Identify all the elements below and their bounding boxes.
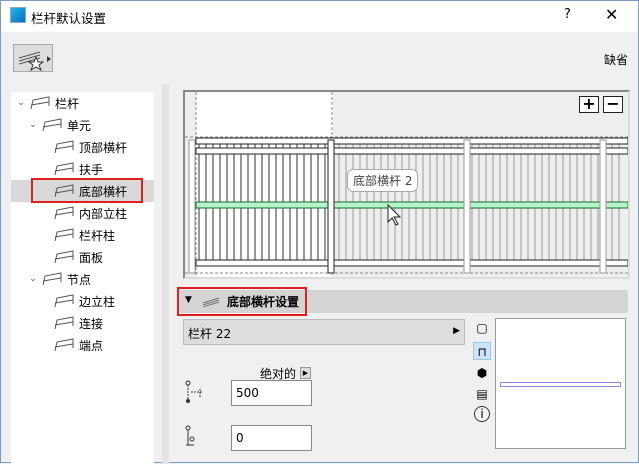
info-icon[interactable]: i <box>474 406 490 422</box>
height-mode-button[interactable]: ▶ <box>300 367 311 379</box>
post <box>327 139 335 274</box>
height-icon <box>185 380 202 403</box>
tree-item[interactable]: ⌄ 节点 <box>11 268 154 290</box>
tree-item[interactable]: 顶部横杆 <box>11 136 154 158</box>
plan-view-icon[interactable]: ▢ <box>473 319 491 337</box>
tree-item[interactable]: ⌄ 栏杆 <box>11 92 154 114</box>
chevron-down-icon[interactable]: ⌄ <box>15 98 27 108</box>
favorites-button[interactable] <box>13 44 53 72</box>
tree-node-icon <box>54 140 74 154</box>
tree-node-icon <box>30 96 50 110</box>
submenu-arrow-icon: ▶ <box>453 326 460 336</box>
railing-star-icon <box>18 51 51 72</box>
section-view-icon[interactable]: ▤ <box>473 385 491 403</box>
tree-node-icon <box>42 272 62 286</box>
tree-item-label: 扶手 <box>79 162 104 177</box>
tree-item[interactable]: ⌄ 单元 <box>11 114 154 136</box>
profile-dropdown[interactable]: 栏杆 22 ▶ <box>183 319 465 345</box>
tree-node-icon <box>54 338 74 352</box>
tree-item-label: 栏杆柱 <box>79 228 116 243</box>
post <box>463 139 471 274</box>
tree-panel: ⌄ 栏杆 ⌄ 单元 顶部横杆 扶手 底部横杆 内部立柱 栏杆柱 面板 ⌄ 节点 边立柱 连接 端点 <box>11 92 154 464</box>
tree-item-label: 栏杆 <box>55 96 80 111</box>
tree-item-label: 节点 <box>67 272 92 287</box>
window-title: 栏杆默认设置 <box>31 11 107 26</box>
tooltip: 底部横杆 2 <box>347 169 419 192</box>
tree-item[interactable]: 栏杆柱 <box>11 224 154 246</box>
post <box>599 139 607 274</box>
tree-node-icon <box>54 250 74 264</box>
default-label: 缺省 <box>604 53 629 67</box>
tree-node-icon <box>54 316 74 330</box>
tree-node-icon <box>54 294 74 308</box>
tree-item-label: 端点 <box>79 338 104 353</box>
tree-node-icon <box>54 228 74 242</box>
offset-input[interactable]: 0 <box>231 425 312 451</box>
section-highlight <box>177 287 307 316</box>
zoom-in-button[interactable]: + <box>579 96 599 113</box>
rail-profile-shape <box>500 382 621 387</box>
title-bar: 栏杆默认设置 ? ✕ <box>1 1 638 32</box>
tree-item-label: 边立柱 <box>79 294 116 309</box>
tree-item-label: 顶部横杆 <box>79 140 128 155</box>
splitter[interactable] <box>162 84 169 464</box>
tree-node-icon <box>54 162 74 176</box>
close-button[interactable]: ✕ <box>605 5 618 24</box>
handrail <box>195 147 628 155</box>
elevation-view-icon[interactable]: ⊓ <box>473 342 491 360</box>
chevron-down-icon[interactable]: ⌄ <box>27 274 39 284</box>
tree-item-label: 面板 <box>79 250 104 265</box>
tree-item[interactable]: 内部立柱 <box>11 202 154 224</box>
offset-icon <box>185 425 195 446</box>
tree-item[interactable]: 面板 <box>11 246 154 268</box>
tree-item-label: 连接 <box>79 316 104 331</box>
profile-value: 栏杆 22 <box>188 327 232 341</box>
tree-node-icon <box>54 206 74 220</box>
tree-item-label: 单元 <box>67 118 92 133</box>
tree-item[interactable]: 连接 <box>11 312 154 334</box>
3d-view-icon[interactable]: ⬢ <box>473 364 491 382</box>
top-rail <box>195 137 628 145</box>
railing-part <box>196 92 333 277</box>
height-input[interactable]: 500 <box>231 380 312 406</box>
chevron-down-icon[interactable]: ⌄ <box>27 120 39 130</box>
profile-preview <box>495 318 626 449</box>
bottom-rail <box>195 259 628 267</box>
post <box>188 139 196 274</box>
tree-item[interactable]: 扶手 <box>11 158 154 180</box>
app-icon <box>10 7 26 23</box>
help-button[interactable]: ? <box>564 7 571 22</box>
tree-item[interactable]: 边立柱 <box>11 290 154 312</box>
zoom-out-button[interactable]: − <box>603 96 623 113</box>
selection-highlight <box>31 178 143 203</box>
tree-item-label: 内部立柱 <box>79 206 128 221</box>
bottom-rail-highlight <box>195 201 628 209</box>
tree-node-icon <box>42 118 62 132</box>
tree-item[interactable]: 端点 <box>11 334 154 356</box>
